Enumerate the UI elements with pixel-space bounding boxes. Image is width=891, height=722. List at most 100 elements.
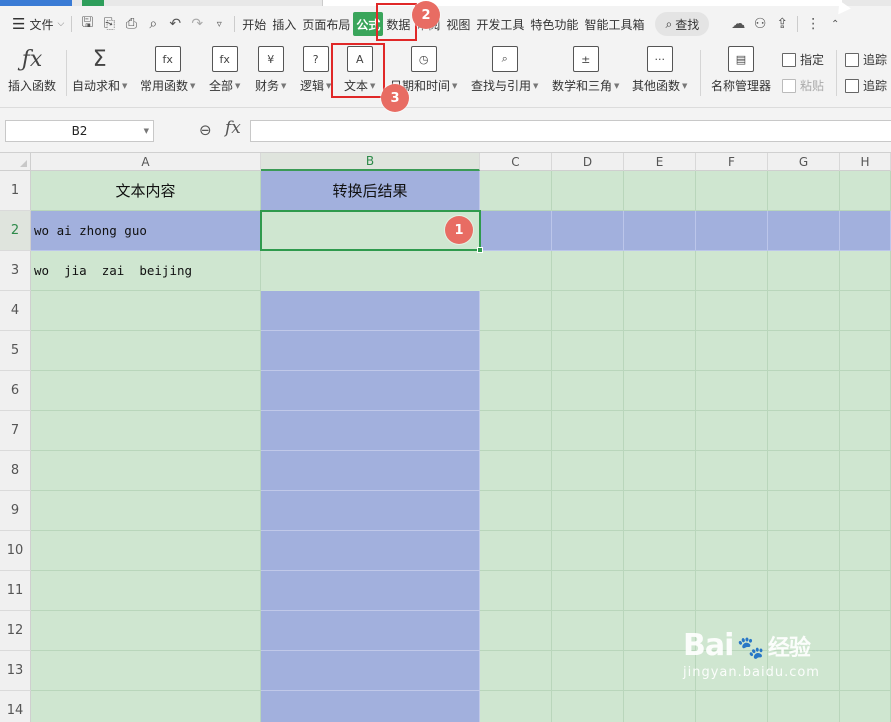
- formula-input[interactable]: [250, 120, 891, 142]
- cell-d11[interactable]: [552, 571, 624, 611]
- cell-g7[interactable]: [768, 411, 840, 451]
- cell-f9[interactable]: [696, 491, 768, 531]
- share-user-icon[interactable]: ⚇: [749, 13, 771, 35]
- cell-h11[interactable]: [840, 571, 891, 611]
- all-functions-button[interactable]: fx 全部 ▼: [209, 46, 240, 102]
- cell-c7[interactable]: [480, 411, 552, 451]
- row-header-5[interactable]: 5: [0, 331, 31, 371]
- row-header-10[interactable]: 10: [0, 531, 31, 571]
- cell-a14[interactable]: [31, 691, 261, 722]
- cell-g4[interactable]: [768, 291, 840, 331]
- cell-b13[interactable]: [261, 651, 480, 691]
- fill-handle[interactable]: [477, 247, 483, 253]
- print-icon[interactable]: ⎙: [120, 13, 142, 35]
- cell-f2[interactable]: [696, 211, 768, 251]
- trace-dependents-button[interactable]: 追踪: [845, 77, 887, 94]
- search-button[interactable]: ⌕ 查找: [655, 12, 710, 36]
- column-header-h[interactable]: H: [840, 153, 891, 171]
- cell-d10[interactable]: [552, 531, 624, 571]
- select-all-corner[interactable]: [0, 153, 31, 171]
- cell-f4[interactable]: [696, 291, 768, 331]
- other-functions-button[interactable]: ··· 其他函数 ▼: [632, 46, 687, 102]
- row-header-13[interactable]: 13: [0, 651, 31, 691]
- cell-e9[interactable]: [624, 491, 696, 531]
- specify-button[interactable]: 指定: [782, 51, 824, 68]
- cell-g2[interactable]: [768, 211, 840, 251]
- cell-b1[interactable]: 转换后结果: [261, 171, 480, 211]
- trace-precedents-button[interactable]: 追踪: [845, 51, 887, 68]
- row-header-14[interactable]: 14: [0, 691, 31, 722]
- row-header-2[interactable]: 2: [0, 211, 31, 251]
- paste-name-button[interactable]: 粘贴: [782, 77, 824, 94]
- customize-dropdown-icon[interactable]: ▿: [208, 13, 230, 35]
- cell-d5[interactable]: [552, 331, 624, 371]
- cell-e3[interactable]: [624, 251, 696, 291]
- cell-f7[interactable]: [696, 411, 768, 451]
- cell-d8[interactable]: [552, 451, 624, 491]
- row-header-11[interactable]: 11: [0, 571, 31, 611]
- cell-c8[interactable]: [480, 451, 552, 491]
- cell-e7[interactable]: [624, 411, 696, 451]
- cell-a5[interactable]: [31, 331, 261, 371]
- cell-c1[interactable]: [480, 171, 552, 211]
- row-header-8[interactable]: 8: [0, 451, 31, 491]
- column-header-e[interactable]: E: [624, 153, 696, 171]
- column-header-g[interactable]: G: [768, 153, 840, 171]
- cell-d9[interactable]: [552, 491, 624, 531]
- tab-special-features[interactable]: 特色功能: [527, 12, 581, 36]
- tab-home[interactable]: 开始: [239, 12, 269, 36]
- cell-b5[interactable]: [261, 331, 480, 371]
- cell-c10[interactable]: [480, 531, 552, 571]
- cell-c14[interactable]: [480, 691, 552, 722]
- cell-d1[interactable]: [552, 171, 624, 211]
- tab-developer[interactable]: 开发工具: [473, 12, 527, 36]
- insert-function-button[interactable]: ƒx 插入函数: [8, 46, 56, 102]
- cell-g5[interactable]: [768, 331, 840, 371]
- undo-icon[interactable]: ↶: [164, 13, 186, 35]
- save-icon[interactable]: 🖫: [76, 13, 98, 35]
- more-options-icon[interactable]: ⋮: [802, 13, 824, 35]
- cell-e11[interactable]: [624, 571, 696, 611]
- cell-a8[interactable]: [31, 451, 261, 491]
- cell-c13[interactable]: [480, 651, 552, 691]
- cell-c9[interactable]: [480, 491, 552, 531]
- cell-a12[interactable]: [31, 611, 261, 651]
- cell-a13[interactable]: [31, 651, 261, 691]
- column-header-f[interactable]: F: [696, 153, 768, 171]
- cell-d12[interactable]: [552, 611, 624, 651]
- cell-a3[interactable]: wo jia zai beijing: [31, 251, 261, 291]
- cell-f10[interactable]: [696, 531, 768, 571]
- cell-c11[interactable]: [480, 571, 552, 611]
- row-header-4[interactable]: 4: [0, 291, 31, 331]
- cell-e1[interactable]: [624, 171, 696, 211]
- cell-g8[interactable]: [768, 451, 840, 491]
- cell-e5[interactable]: [624, 331, 696, 371]
- cell-g10[interactable]: [768, 531, 840, 571]
- zoom-icon[interactable]: ⊖: [199, 121, 212, 139]
- cell-h10[interactable]: [840, 531, 891, 571]
- cell-g6[interactable]: [768, 371, 840, 411]
- cell-c12[interactable]: [480, 611, 552, 651]
- row-header-3[interactable]: 3: [0, 251, 31, 291]
- logic-functions-button[interactable]: ? 逻辑 ▼: [300, 46, 331, 102]
- cell-g3[interactable]: [768, 251, 840, 291]
- cell-g11[interactable]: [768, 571, 840, 611]
- cell-c5[interactable]: [480, 331, 552, 371]
- fx-icon[interactable]: fx: [225, 118, 241, 138]
- cell-h6[interactable]: [840, 371, 891, 411]
- cell-d2[interactable]: [552, 211, 624, 251]
- redo-icon[interactable]: ↷: [186, 13, 208, 35]
- cell-h9[interactable]: [840, 491, 891, 531]
- cell-a10[interactable]: [31, 531, 261, 571]
- cell-d13[interactable]: [552, 651, 624, 691]
- cell-b7[interactable]: [261, 411, 480, 451]
- column-header-a[interactable]: A: [31, 153, 261, 171]
- cell-e2[interactable]: [624, 211, 696, 251]
- row-header-6[interactable]: 6: [0, 371, 31, 411]
- cell-e10[interactable]: [624, 531, 696, 571]
- cell-d3[interactable]: [552, 251, 624, 291]
- cell-f8[interactable]: [696, 451, 768, 491]
- cell-f6[interactable]: [696, 371, 768, 411]
- cell-e4[interactable]: [624, 291, 696, 331]
- name-box[interactable]: B2 ▼: [5, 120, 154, 142]
